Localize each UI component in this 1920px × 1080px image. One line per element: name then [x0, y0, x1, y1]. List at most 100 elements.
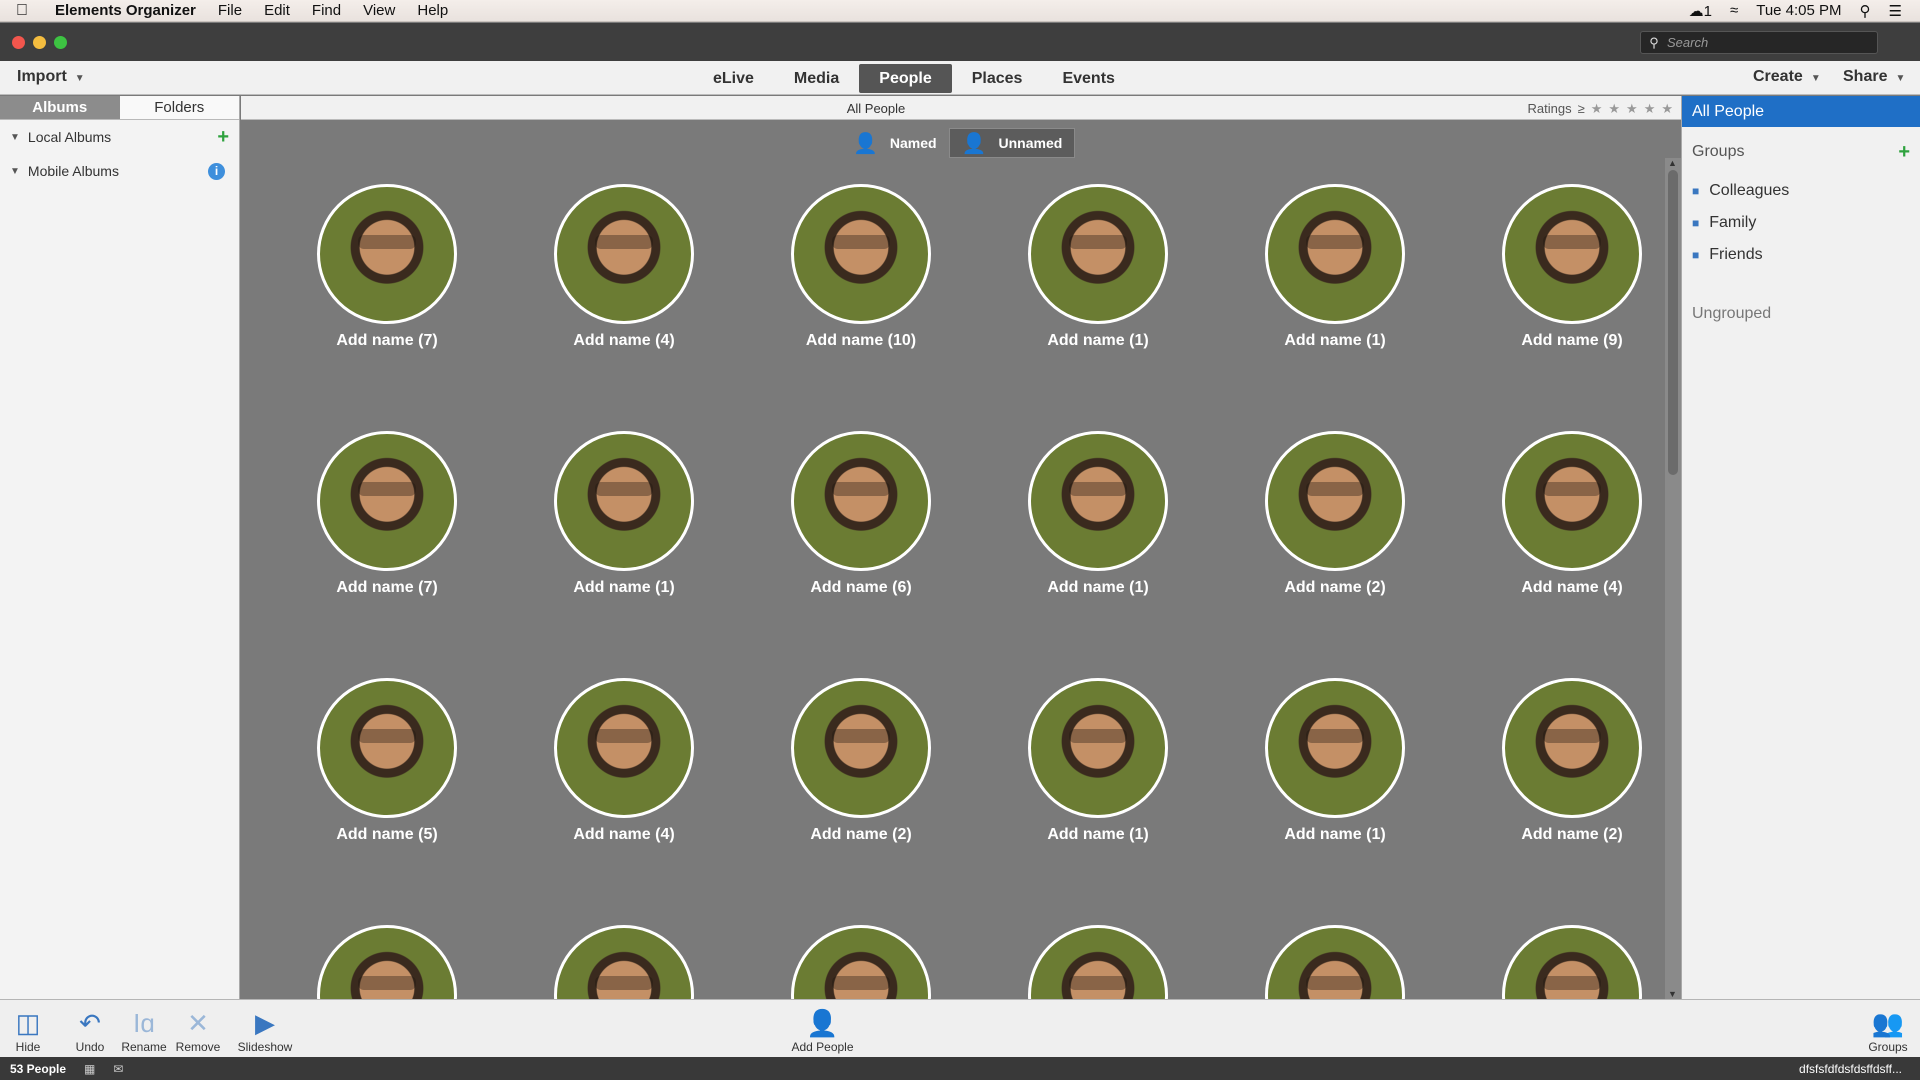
add-name-label[interactable]: Add name (4)	[524, 826, 724, 844]
face-thumbnail[interactable]	[1265, 925, 1405, 999]
face-thumbnail[interactable]	[317, 925, 457, 999]
person-card[interactable]	[1472, 925, 1661, 999]
scroll-down-arrow-icon[interactable]: ▼	[1668, 989, 1677, 999]
add-people-button[interactable]: 👤 Add People	[785, 1006, 860, 1054]
add-name-label[interactable]: Add name (7)	[287, 332, 487, 350]
person-card[interactable]: Add name (2)	[761, 678, 961, 844]
rename-button[interactable]: Iɑ Rename	[120, 1006, 168, 1054]
add-name-label[interactable]: Add name (1)	[1235, 826, 1435, 844]
zoom-window-button[interactable]	[54, 35, 67, 49]
tab-events[interactable]: Events	[1042, 64, 1134, 93]
local-albums-row[interactable]: ▼ Local Albums +	[0, 120, 239, 154]
close-window-button[interactable]	[12, 35, 25, 49]
search-field[interactable]: ⚲ Search	[1640, 31, 1878, 54]
add-album-icon[interactable]: +	[217, 126, 229, 149]
named-button[interactable]: 👤 Named	[841, 128, 949, 158]
face-thumbnail[interactable]	[1265, 431, 1405, 571]
face-thumbnail[interactable]	[1028, 184, 1168, 324]
add-name-label[interactable]: Add name (9)	[1472, 332, 1661, 350]
create-button[interactable]: Create ▼	[1753, 68, 1821, 86]
face-thumbnail[interactable]	[791, 431, 931, 571]
minimize-window-button[interactable]	[33, 35, 46, 49]
tab-elive[interactable]: eLive	[693, 64, 774, 93]
face-thumbnail[interactable]	[1502, 431, 1642, 571]
face-thumbnail[interactable]	[791, 678, 931, 818]
greater-equal-icon[interactable]: ≥	[1578, 101, 1585, 117]
add-name-label[interactable]: Add name (4)	[524, 332, 724, 350]
notification-center-icon[interactable]: ☰	[1889, 2, 1902, 20]
add-name-label[interactable]: Add name (6)	[761, 579, 961, 597]
star-icon[interactable]: ★	[1626, 101, 1638, 117]
face-thumbnail[interactable]	[317, 431, 457, 571]
person-card[interactable]	[761, 925, 961, 999]
face-thumbnail[interactable]	[554, 184, 694, 324]
slideshow-button[interactable]: ▶ Slideshow	[236, 1006, 294, 1054]
person-card[interactable]: Add name (1)	[998, 184, 1198, 350]
wifi-icon[interactable]: ≈	[1730, 2, 1738, 19]
person-card[interactable]: Add name (7)	[287, 431, 487, 597]
add-name-label[interactable]: Add name (1)	[524, 579, 724, 597]
person-card[interactable]	[998, 925, 1198, 999]
menu-help[interactable]: Help	[406, 2, 459, 19]
hide-button[interactable]: ◫ Hide	[8, 1006, 48, 1054]
face-thumbnail[interactable]	[317, 184, 457, 324]
tab-folders[interactable]: Folders	[119, 96, 239, 119]
add-name-label[interactable]: Add name (5)	[287, 826, 487, 844]
disclosure-triangle-icon[interactable]: ▼	[10, 132, 20, 143]
all-people-item[interactable]: All People	[1682, 96, 1920, 127]
tab-albums[interactable]: Albums	[0, 96, 120, 119]
person-card[interactable]: Add name (7)	[287, 184, 487, 350]
add-name-label[interactable]: Add name (1)	[998, 332, 1198, 350]
ungrouped-item[interactable]: Ungrouped	[1682, 305, 1920, 323]
face-thumbnail[interactable]	[1028, 925, 1168, 999]
tab-media[interactable]: Media	[774, 64, 859, 93]
person-card[interactable]: Add name (1)	[524, 431, 724, 597]
face-thumbnail[interactable]	[1028, 431, 1168, 571]
person-card[interactable]: Add name (6)	[761, 431, 961, 597]
star-icon[interactable]: ★	[1661, 101, 1673, 117]
menu-file[interactable]: File	[207, 2, 253, 19]
face-thumbnail[interactable]	[1502, 678, 1642, 818]
star-icon[interactable]: ★	[1608, 101, 1620, 117]
undo-button[interactable]: ↶ Undo	[68, 1006, 112, 1054]
info-icon[interactable]: i	[208, 162, 225, 180]
message-icon[interactable]: ✉	[113, 1062, 123, 1076]
face-thumbnail[interactable]	[1502, 925, 1642, 999]
star-icon[interactable]: ★	[1644, 101, 1656, 117]
disclosure-triangle-icon[interactable]: ▼	[10, 166, 20, 177]
add-name-label[interactable]: Add name (10)	[761, 332, 961, 350]
add-name-label[interactable]: Add name (4)	[1472, 579, 1661, 597]
person-card[interactable]: Add name (1)	[998, 678, 1198, 844]
person-card[interactable]: Add name (9)	[1472, 184, 1661, 350]
add-name-label[interactable]: Add name (1)	[998, 826, 1198, 844]
person-card[interactable]: Add name (4)	[524, 184, 724, 350]
tab-places[interactable]: Places	[952, 64, 1043, 93]
menu-app-name[interactable]: Elements Organizer	[44, 2, 207, 19]
person-card[interactable]	[1235, 925, 1435, 999]
face-thumbnail[interactable]	[1502, 184, 1642, 324]
person-card[interactable]: Add name (10)	[761, 184, 961, 350]
face-thumbnail[interactable]	[554, 431, 694, 571]
person-card[interactable]: Add name (4)	[1472, 431, 1661, 597]
person-card[interactable]	[524, 925, 724, 999]
face-thumbnail[interactable]	[1265, 184, 1405, 324]
person-card[interactable]: Add name (5)	[287, 678, 487, 844]
face-thumbnail[interactable]	[554, 925, 694, 999]
group-item-friends[interactable]: ■ Friends	[1682, 239, 1920, 271]
import-button[interactable]: Import ▼	[17, 68, 85, 86]
person-card[interactable]: Add name (1)	[1235, 678, 1435, 844]
remove-button[interactable]: ✕ Remove	[174, 1006, 222, 1054]
group-item-family[interactable]: ■ Family	[1682, 207, 1920, 239]
add-name-label[interactable]: Add name (2)	[761, 826, 961, 844]
person-card[interactable]: Add name (4)	[524, 678, 724, 844]
face-thumbnail[interactable]	[791, 184, 931, 324]
menu-find[interactable]: Find	[301, 2, 352, 19]
face-thumbnail[interactable]	[317, 678, 457, 818]
star-icon[interactable]: ★	[1591, 101, 1603, 117]
tab-people[interactable]: People	[859, 64, 952, 93]
menu-view[interactable]: View	[352, 2, 406, 19]
person-card[interactable]: Add name (1)	[998, 431, 1198, 597]
apple-menu-icon[interactable]: 	[0, 2, 44, 20]
calendar-icon[interactable]: ▦	[84, 1062, 95, 1076]
menu-edit[interactable]: Edit	[253, 2, 301, 19]
